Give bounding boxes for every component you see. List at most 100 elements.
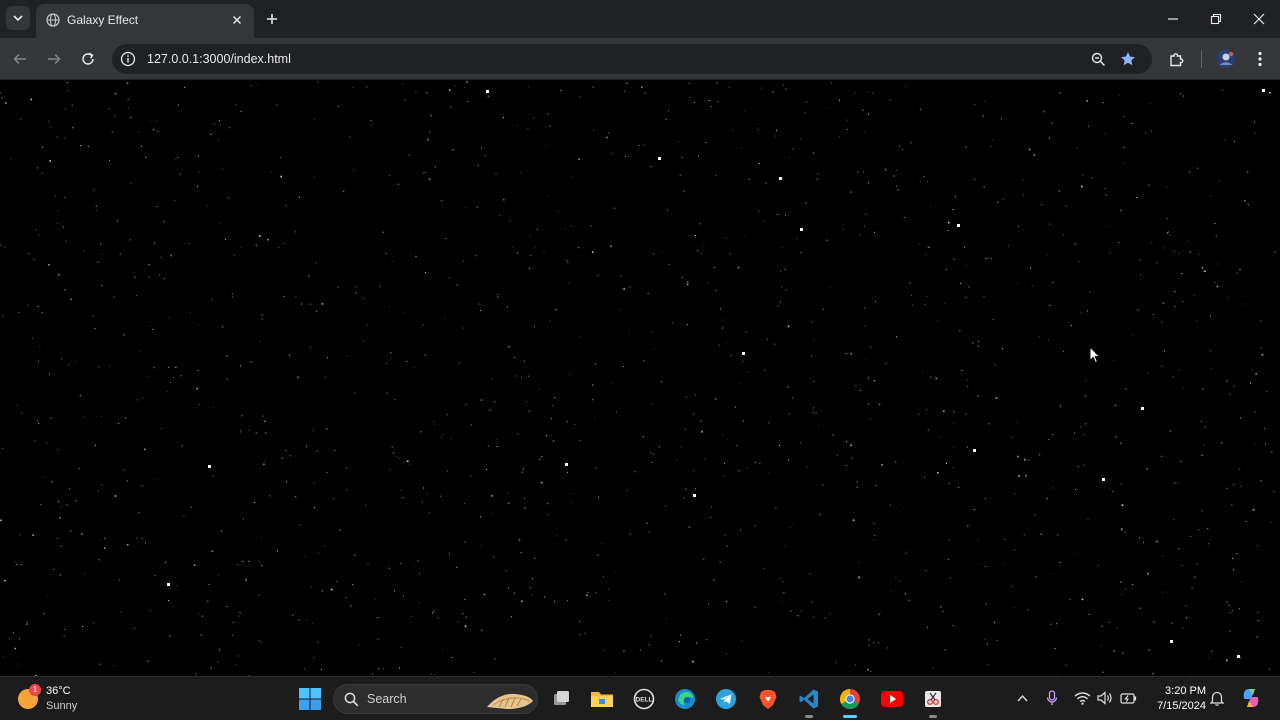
- running-indicator: [929, 715, 937, 718]
- new-tab-button[interactable]: [262, 9, 282, 29]
- star: [1131, 123, 1133, 124]
- show-hidden-icons-button[interactable]: [1013, 689, 1031, 707]
- star: [168, 366, 170, 368]
- start-button[interactable]: [296, 685, 324, 713]
- star: [818, 425, 820, 427]
- file-explorer-button[interactable]: [588, 685, 616, 713]
- star: [1261, 354, 1264, 356]
- battery-button[interactable]: [1119, 689, 1137, 707]
- star: [689, 97, 691, 98]
- star: [1120, 581, 1122, 583]
- star: [688, 526, 690, 528]
- star: [309, 303, 311, 305]
- star: [410, 621, 412, 623]
- star: [641, 86, 643, 88]
- star: [434, 673, 436, 675]
- star: [694, 488, 696, 490]
- star: [219, 222, 221, 224]
- weather-widget[interactable]: 1 36°C Sunny: [16, 683, 106, 715]
- address-bar[interactable]: 127.0.0.1:3000/index.html: [112, 44, 1152, 74]
- star: [1048, 137, 1050, 139]
- chrome-button[interactable]: [836, 685, 864, 718]
- bookmark-button[interactable]: [1119, 50, 1137, 68]
- star: [943, 410, 945, 412]
- star: [464, 625, 467, 628]
- star: [355, 292, 357, 294]
- star: [537, 228, 539, 230]
- star: [1018, 225, 1019, 227]
- star: [800, 610, 802, 612]
- star: [1210, 350, 1211, 352]
- star: [878, 642, 880, 644]
- star: [890, 590, 892, 592]
- system-clock[interactable]: 3:20 PM 7/15/2024: [1146, 684, 1206, 714]
- star: [579, 336, 581, 338]
- reload-button[interactable]: [76, 47, 100, 71]
- profile-button[interactable]: [1215, 48, 1237, 70]
- telegram-button[interactable]: [712, 685, 740, 713]
- brave-button[interactable]: [754, 685, 782, 713]
- star: [708, 100, 710, 101]
- vscode-button[interactable]: [795, 685, 823, 718]
- volume-button[interactable]: [1096, 689, 1114, 707]
- star: [267, 238, 269, 241]
- star: [517, 252, 519, 254]
- star: [1124, 162, 1126, 164]
- task-view-button[interactable]: [547, 685, 575, 713]
- star: [827, 108, 829, 109]
- star: [977, 538, 979, 540]
- star: [503, 198, 505, 201]
- star: [298, 196, 300, 198]
- star: [78, 467, 80, 469]
- star: [1202, 388, 1204, 390]
- star: [718, 344, 720, 346]
- tab-search-button[interactable]: [6, 6, 30, 30]
- star: [787, 325, 790, 328]
- microphone-button[interactable]: [1043, 689, 1061, 707]
- star: [452, 148, 454, 151]
- star: [893, 175, 895, 177]
- zoom-button[interactable]: [1089, 50, 1107, 68]
- star: [1178, 548, 1180, 550]
- star: [715, 175, 717, 177]
- notifications-button[interactable]: [1208, 689, 1226, 707]
- close-window-button[interactable]: [1245, 5, 1273, 33]
- taskbar-search-box[interactable]: Search: [333, 684, 538, 714]
- star: [1266, 390, 1268, 392]
- browser-menu-button[interactable]: [1249, 48, 1271, 70]
- star: [1265, 442, 1266, 444]
- galaxy-canvas[interactable]: [0, 81, 1280, 676]
- star: [688, 82, 690, 84]
- star: [1174, 306, 1176, 307]
- restore-button[interactable]: [1202, 5, 1230, 33]
- star: [772, 91, 774, 93]
- info-icon[interactable]: [120, 51, 136, 67]
- snipping-tool-button[interactable]: [919, 685, 947, 718]
- star: [59, 574, 61, 576]
- star: [547, 513, 549, 515]
- star: [114, 115, 116, 117]
- tab-close-button[interactable]: [228, 11, 246, 29]
- tab-galaxy-effect[interactable]: Galaxy Effect: [36, 4, 254, 38]
- star: [44, 476, 46, 478]
- dell-app-button[interactable]: DELL: [630, 685, 658, 713]
- star: [979, 564, 981, 565]
- star: [628, 332, 630, 334]
- star: [1172, 376, 1174, 378]
- copilot-button[interactable]: [1240, 687, 1262, 709]
- url-text[interactable]: 127.0.0.1:3000/index.html: [147, 52, 291, 66]
- star: [774, 343, 776, 345]
- star: [2, 656, 4, 658]
- star: [210, 133, 212, 135]
- wifi-button[interactable]: [1073, 689, 1091, 707]
- star: [1268, 668, 1270, 670]
- youtube-button[interactable]: [878, 685, 906, 713]
- forward-button[interactable]: [42, 47, 66, 71]
- edge-button[interactable]: [671, 685, 699, 713]
- star: [620, 275, 622, 277]
- back-button[interactable]: [8, 47, 32, 71]
- star: [411, 616, 413, 617]
- extensions-button[interactable]: [1165, 48, 1187, 70]
- star: [1025, 474, 1027, 477]
- minimize-button[interactable]: [1159, 5, 1187, 33]
